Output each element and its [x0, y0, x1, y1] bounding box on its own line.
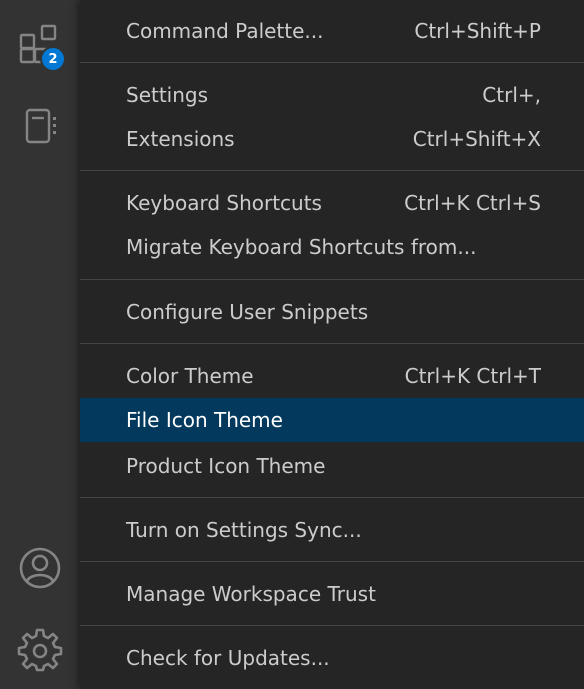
menu-item-settings[interactable]: Settings Ctrl+, [80, 73, 584, 117]
manage-menu: Command Palette... Ctrl+Shift+P Settings… [80, 0, 584, 689]
menu-item-extensions[interactable]: Extensions Ctrl+Shift+X [80, 117, 584, 161]
menu-separator [80, 279, 584, 280]
menu-item-label: Migrate Keyboard Shortcuts from... [126, 235, 477, 259]
menu-item-label: File Icon Theme [126, 408, 283, 432]
menu-item-file-icon-theme[interactable]: File Icon Theme [80, 398, 584, 442]
menu-item-label: Check for Updates... [126, 646, 330, 670]
menu-item-color-theme[interactable]: Color Theme Ctrl+K Ctrl+T [80, 354, 584, 398]
menu-item-label: Extensions [126, 127, 235, 151]
activity-bar: 2 [0, 0, 80, 689]
menu-item-label: Keyboard Shortcuts [126, 191, 322, 215]
menu-item-keyboard-shortcuts[interactable]: Keyboard Shortcuts Ctrl+K Ctrl+S [80, 181, 584, 225]
menu-separator [80, 625, 584, 626]
menu-separator [80, 561, 584, 562]
extensions-badge: 2 [40, 46, 66, 72]
menu-item-configure-user-snippets[interactable]: Configure User Snippets [80, 290, 584, 334]
menu-item-shortcut: Ctrl+, [482, 83, 541, 107]
notebook-icon[interactable] [16, 102, 64, 150]
menu-item-label: Configure User Snippets [126, 300, 369, 324]
menu-item-migrate-keyboard-shortcuts[interactable]: Migrate Keyboard Shortcuts from... [80, 225, 584, 269]
menu-item-settings-sync[interactable]: Turn on Settings Sync... [80, 508, 584, 552]
menu-item-check-for-updates[interactable]: Check for Updates... [80, 636, 584, 680]
menu-item-label: Product Icon Theme [126, 454, 326, 478]
menu-item-shortcut: Ctrl+K Ctrl+T [404, 364, 541, 388]
menu-item-product-icon-theme[interactable]: Product Icon Theme [80, 444, 584, 488]
menu-separator [80, 343, 584, 344]
menu-item-shortcut: Ctrl+K Ctrl+S [404, 191, 541, 215]
menu-item-label: Command Palette... [126, 19, 324, 43]
menu-item-label: Manage Workspace Trust [126, 582, 376, 606]
menu-separator [80, 170, 584, 171]
menu-item-command-palette[interactable]: Command Palette... Ctrl+Shift+P [80, 9, 584, 53]
menu-item-manage-workspace-trust[interactable]: Manage Workspace Trust [80, 572, 584, 616]
menu-separator [80, 62, 584, 63]
account-icon[interactable] [16, 544, 64, 592]
menu-item-label: Color Theme [126, 364, 254, 388]
menu-item-shortcut: Ctrl+Shift+P [414, 19, 541, 43]
menu-item-label: Turn on Settings Sync... [126, 518, 362, 542]
menu-item-shortcut: Ctrl+Shift+X [412, 127, 541, 151]
menu-separator [80, 497, 584, 498]
gear-icon[interactable] [16, 626, 64, 674]
menu-item-label: Settings [126, 83, 209, 107]
